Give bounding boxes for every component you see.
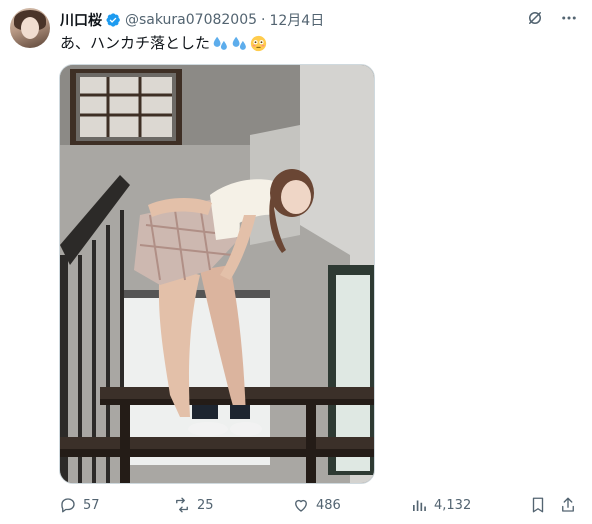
views-icon (413, 500, 426, 511)
view-count: 4,132 (434, 497, 472, 513)
author-name[interactable]: 川口桜 (60, 10, 102, 30)
tweet-action-bar: 57 25 486 4,132 (59, 494, 581, 516)
views-button[interactable]: 4,132 (410, 494, 471, 516)
bookmark-button[interactable] (529, 494, 547, 516)
photo-illustration (60, 65, 374, 483)
reply-icon (61, 498, 75, 513)
more-icon[interactable] (560, 9, 578, 27)
tweet-media-photo[interactable] (59, 64, 375, 484)
verified-badge-icon (106, 13, 120, 27)
grok-icon[interactable] (526, 9, 544, 27)
tweet-text: あ、ハンカチ落とした (60, 33, 267, 53)
share-button[interactable] (559, 494, 577, 516)
tweet-header: 川口桜 @sakura07082005 · 12月4日 (60, 10, 324, 30)
bookmark-icon (532, 497, 544, 513)
separator-dot: · (261, 12, 266, 28)
author-handle[interactable]: @sakura07082005 (125, 12, 257, 28)
like-button[interactable]: 486 (292, 494, 341, 516)
like-count: 486 (316, 497, 341, 513)
repost-count: 25 (197, 497, 214, 513)
sweat-droplets-icon (213, 36, 227, 50)
flushed-face-icon (250, 35, 267, 51)
reply-button[interactable]: 57 (59, 494, 100, 516)
heart-icon (295, 499, 307, 512)
tweet-text-content: あ、ハンカチ落とした (60, 34, 211, 52)
tweet-top-actions (526, 9, 578, 27)
repost-icon (176, 497, 188, 513)
sweat-droplets-icon (232, 36, 246, 50)
reply-count: 57 (83, 497, 100, 513)
author-avatar[interactable] (10, 8, 50, 48)
share-icon (562, 497, 574, 512)
tweet-date[interactable]: 12月4日 (269, 10, 324, 30)
repost-button[interactable]: 25 (173, 494, 214, 516)
